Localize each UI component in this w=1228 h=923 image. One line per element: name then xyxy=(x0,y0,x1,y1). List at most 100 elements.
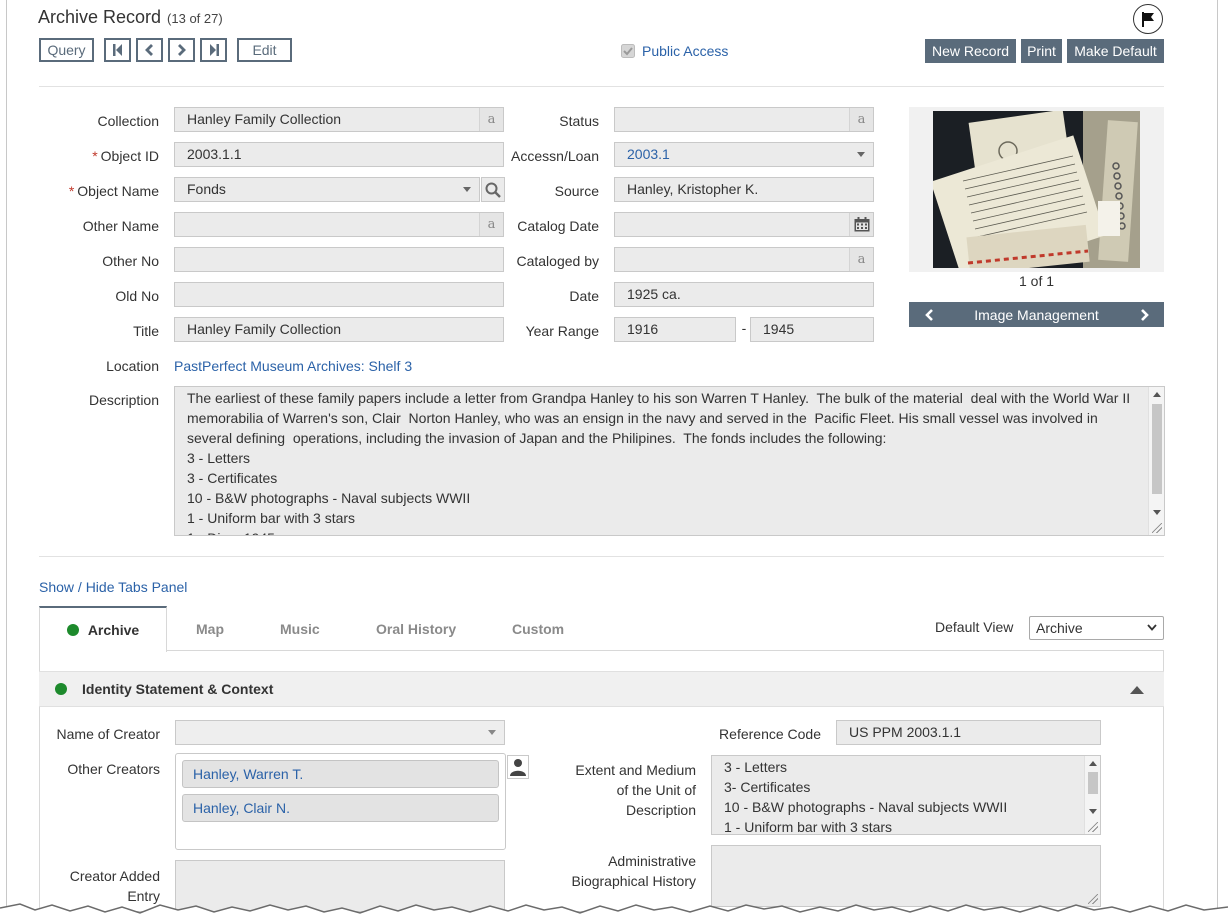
collapse-caret-icon[interactable] xyxy=(1130,686,1144,694)
public-access-label: Public Access xyxy=(642,43,729,59)
object-name-select[interactable]: Fonds xyxy=(174,177,480,202)
title-label: Title xyxy=(133,323,159,339)
torn-edge-decoration xyxy=(0,903,1228,923)
description-line: several defining operations, including t… xyxy=(187,430,887,446)
object-name-label-text: Object Name xyxy=(77,183,159,199)
scroll-up-arrow-icon[interactable] xyxy=(1153,392,1161,397)
creator-chip[interactable]: Hanley, Warren T. xyxy=(182,760,499,788)
first-record-icon xyxy=(112,44,122,56)
tab-music[interactable]: Music xyxy=(280,621,320,637)
text-lookup-icon[interactable]: a xyxy=(849,108,873,131)
last-record-button[interactable] xyxy=(200,38,227,62)
description-line: 1 - Diary 1945 xyxy=(187,528,1134,535)
tab-archive[interactable]: Archive xyxy=(39,606,167,652)
public-access-toggle[interactable]: Public Access xyxy=(621,43,728,59)
description-line: 1 - Uniform bar with 3 stars xyxy=(187,510,356,526)
other-name-label: Other Name xyxy=(82,218,159,234)
admin-bio-history-label: Administrative Biographical History xyxy=(571,853,697,889)
description-line: 3 - Certificates xyxy=(187,470,278,486)
catalog-date-field[interactable] xyxy=(614,212,874,237)
accessn-loan-value: 2003.1 xyxy=(627,146,670,162)
description-text: The earliest of these family papers incl… xyxy=(187,388,1134,535)
other-no-field[interactable] xyxy=(174,247,504,272)
resize-grip-icon[interactable] xyxy=(1088,822,1098,832)
status-dot-icon xyxy=(66,624,79,636)
form-divider xyxy=(39,556,1164,557)
scrollbar-thumb[interactable] xyxy=(1088,772,1098,794)
show-hide-tabs-link[interactable]: Show / Hide Tabs Panel xyxy=(39,579,187,595)
location-link[interactable]: PastPerfect Museum Archives: Shelf 3 xyxy=(174,358,412,374)
default-view-select[interactable]: Archive xyxy=(1029,616,1164,640)
extent-line: 3- Certificates xyxy=(724,779,811,795)
resize-grip-icon[interactable] xyxy=(1152,523,1162,533)
add-creator-button[interactable] xyxy=(507,755,529,779)
location-label: Location xyxy=(106,358,159,374)
default-view-value: Archive xyxy=(1036,620,1083,636)
chevron-left-icon xyxy=(145,44,153,56)
calendar-icon[interactable] xyxy=(849,213,873,236)
image-counter: 1 of 1 xyxy=(1018,273,1055,289)
archive-photo-thumbnail[interactable] xyxy=(933,111,1140,268)
flag-button[interactable] xyxy=(1133,4,1163,34)
text-lookup-icon[interactable]: a xyxy=(849,248,873,271)
status-dot-icon xyxy=(55,683,67,695)
page-title: Archive Record (13 of 27) xyxy=(38,7,223,28)
print-button[interactable]: Print xyxy=(1021,39,1062,63)
query-button[interactable]: Query xyxy=(39,38,94,62)
scroll-up-arrow-icon[interactable] xyxy=(1089,761,1097,766)
description-scrollbar[interactable] xyxy=(1148,387,1164,535)
header-divider xyxy=(39,86,1164,87)
extent-medium-textarea[interactable]: 3 - Letters 3- Certificates 10 - B&W photo… xyxy=(711,755,1101,835)
other-no-label: Other No xyxy=(102,253,159,269)
year-range-to-field[interactable]: 1945 xyxy=(750,317,874,342)
scroll-down-arrow-icon[interactable] xyxy=(1153,510,1161,515)
new-record-button[interactable]: New Record xyxy=(925,39,1016,63)
other-name-field[interactable]: a xyxy=(174,212,504,237)
description-label: Description xyxy=(88,392,159,408)
default-view-label: Default View xyxy=(935,619,1014,635)
checkbox-checked-icon[interactable] xyxy=(621,44,635,58)
scroll-down-arrow-icon[interactable] xyxy=(1089,809,1097,814)
object-id-field[interactable]: 2003.1.1 xyxy=(174,142,504,167)
year-range-from-field[interactable]: 1916 xyxy=(614,317,736,342)
edit-button[interactable]: Edit xyxy=(237,38,292,62)
chevron-left-icon xyxy=(924,308,933,321)
previous-record-button[interactable] xyxy=(136,38,163,62)
first-record-button[interactable] xyxy=(104,38,131,62)
name-of-creator-select[interactable] xyxy=(175,720,505,745)
date-field[interactable]: 1925 ca. xyxy=(614,282,874,307)
next-image-button[interactable] xyxy=(1124,302,1164,327)
identity-section-header[interactable]: Identity Statement & Context xyxy=(39,671,1164,707)
old-no-field[interactable] xyxy=(174,282,504,307)
image-management-button[interactable]: Image Management xyxy=(974,307,1099,323)
reference-code-label: Reference Code xyxy=(719,726,821,742)
tab-map[interactable]: Map xyxy=(196,621,224,637)
tab-oral-history[interactable]: Oral History xyxy=(376,621,456,637)
make-default-button[interactable]: Make Default xyxy=(1067,39,1164,63)
image-thumbnail-frame xyxy=(909,107,1164,272)
year-range-label: Year Range xyxy=(525,323,599,339)
identity-section-title: Identity Statement & Context xyxy=(82,681,274,697)
description-line: 10 - B&W photographs - Naval subjects WW… xyxy=(187,490,471,506)
object-name-label: * Object Name xyxy=(68,183,159,199)
status-field[interactable]: a xyxy=(614,107,874,132)
accessn-loan-select[interactable]: 2003.1 xyxy=(614,142,874,167)
image-management-bar: Image Management xyxy=(909,302,1164,327)
collection-value: Hanley Family Collection xyxy=(187,111,342,127)
source-field[interactable]: Hanley, Kristopher K. xyxy=(614,177,874,202)
description-textarea[interactable]: The earliest of these family papers incl… xyxy=(174,386,1165,536)
title-field[interactable]: Hanley Family Collection xyxy=(174,317,504,342)
description-line: The earliest of these family papers incl… xyxy=(187,390,1131,406)
creator-chip[interactable]: Hanley, Clair N. xyxy=(182,794,499,822)
cataloged-by-field[interactable]: a xyxy=(614,247,874,272)
archive-record-window: Archive Record (13 of 27) Query Edit Publ… xyxy=(6,0,1218,912)
collection-field[interactable]: Hanley Family Collection a xyxy=(174,107,504,132)
next-record-button[interactable] xyxy=(168,38,195,62)
previous-image-button[interactable] xyxy=(909,302,949,327)
extent-medium-label: Extent and Medium of the Unit of Descrip… xyxy=(575,762,696,818)
reference-code-field[interactable]: US PPM 2003.1.1 xyxy=(836,720,1101,745)
tab-archive-label: Archive xyxy=(87,622,140,638)
other-creators-list: Hanley, Warren T. Hanley, Clair N. xyxy=(175,753,506,850)
tab-custom[interactable]: Custom xyxy=(512,621,564,637)
scrollbar-thumb[interactable] xyxy=(1152,404,1162,494)
